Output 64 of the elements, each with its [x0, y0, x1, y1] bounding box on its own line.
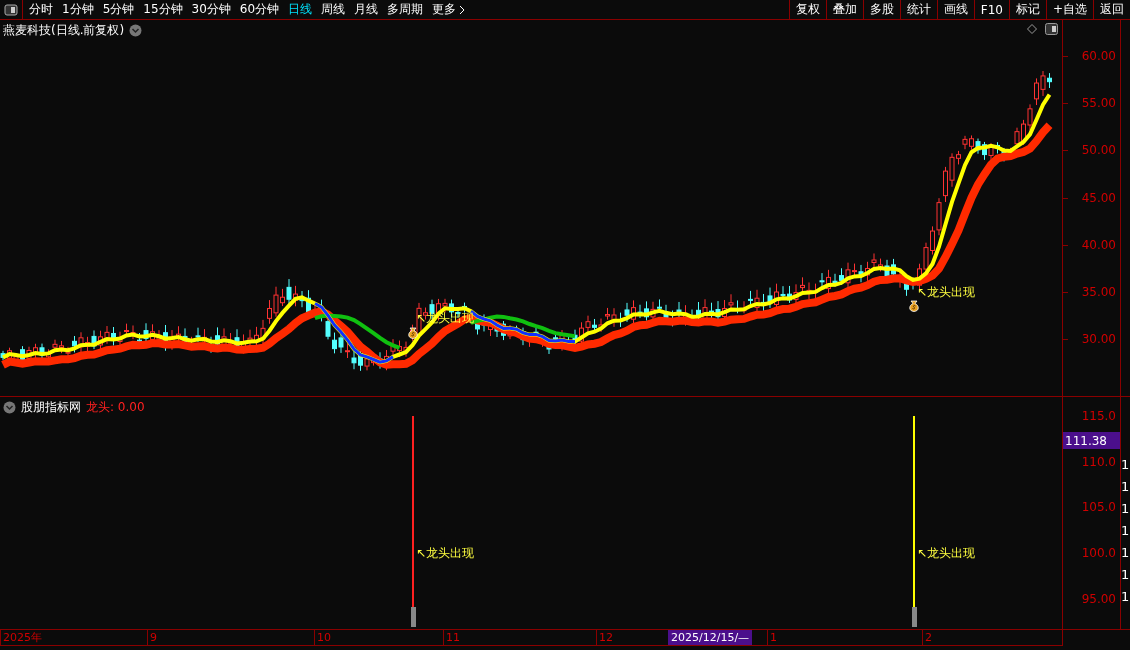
toolbar-button[interactable]: +自选 [1045, 0, 1093, 19]
indicator-tick: 95.00 [1081, 591, 1116, 606]
toolbar-button[interactable]: 多股 [862, 0, 900, 19]
date-tick: 1 [767, 630, 777, 645]
side-value: 1 [1121, 479, 1130, 494]
period-tab[interactable]: 5分钟 [102, 1, 135, 18]
indicator-tick: 105.0 [1081, 500, 1116, 515]
diamond-icon[interactable] [1027, 24, 1037, 34]
date-tick: 11 [443, 630, 460, 645]
side-value: 1 [1121, 457, 1130, 472]
signal-label: ↖龙头出现 [917, 284, 976, 301]
price-tick: 35.00 [1081, 284, 1116, 299]
panel-toggle-icon[interactable] [1045, 23, 1058, 35]
panel-toggle-icon[interactable] [4, 3, 18, 16]
period-tab[interactable]: 日线 [288, 1, 313, 18]
money-bag-icon [407, 326, 419, 339]
date-tick: 10 [314, 630, 331, 645]
toolbar-button[interactable]: 返回 [1093, 0, 1130, 19]
price-tick: 40.00 [1081, 237, 1116, 252]
price-tick: 30.00 [1081, 332, 1116, 346]
cursor-date-label: 2025/12/15/— [668, 630, 753, 645]
date-tick: 9 [147, 630, 157, 645]
toolbar-button[interactable]: 复权 [788, 0, 826, 19]
money-bag-icon [908, 299, 920, 312]
indicator-tick: 100.0 [1081, 546, 1116, 561]
date-tick: 12 [596, 630, 613, 645]
period-tab[interactable]: 60分钟 [239, 1, 280, 18]
chevron-down-icon[interactable] [129, 24, 143, 37]
period-tab[interactable]: 15分钟 [143, 1, 183, 18]
chevron-right-icon[interactable] [459, 4, 466, 15]
signal-bar [912, 607, 917, 627]
indicator-tick: 110.0 [1081, 454, 1116, 469]
current-value-label: 111.38 [1063, 432, 1120, 449]
signal-label: ↖龙头出现 [416, 545, 475, 562]
price-tick: 45.00 [1081, 190, 1116, 205]
date-tick: 2025年 [0, 630, 42, 645]
price-tick: 55.00 [1081, 96, 1116, 111]
indicator-reading: 龙头: 0.00 [86, 399, 145, 416]
signal-bar [411, 607, 416, 627]
side-value: 1 [1121, 567, 1130, 582]
period-tab[interactable]: 更多 [432, 1, 466, 18]
date-tick: 2 [922, 630, 932, 645]
indicator-tick: 115.0 [1081, 409, 1116, 423]
period-tab[interactable]: 分时 [29, 1, 53, 18]
side-value: 1 [1121, 501, 1130, 516]
side-value: 1 [1121, 523, 1130, 538]
period-tab[interactable]: 30分钟 [191, 1, 231, 18]
toolbar-button[interactable]: 统计 [899, 0, 937, 19]
chart-title: 燕麦科技(日线.前复权) [3, 22, 125, 39]
chevron-down-icon[interactable] [3, 401, 16, 414]
period-tab[interactable]: 1分钟 [62, 1, 94, 18]
signal-label: ↖龙头出现 [917, 545, 976, 562]
period-tab[interactable]: 多周期 [387, 1, 424, 18]
toolbar-button[interactable]: F10 [973, 0, 1009, 19]
side-value: 1 [1121, 589, 1130, 604]
period-tab[interactable]: 周线 [321, 1, 346, 18]
toolbar-button[interactable]: 标记 [1008, 0, 1046, 19]
toolbar-button[interactable]: 叠加 [825, 0, 863, 19]
toolbar-button[interactable]: 画线 [936, 0, 974, 19]
side-value: 1 [1121, 545, 1130, 560]
period-tab[interactable]: 月线 [354, 1, 379, 18]
price-tick: 60.00 [1081, 49, 1116, 63]
indicator-name: 股朋指标网 [21, 399, 81, 416]
price-tick: 50.00 [1081, 143, 1116, 158]
